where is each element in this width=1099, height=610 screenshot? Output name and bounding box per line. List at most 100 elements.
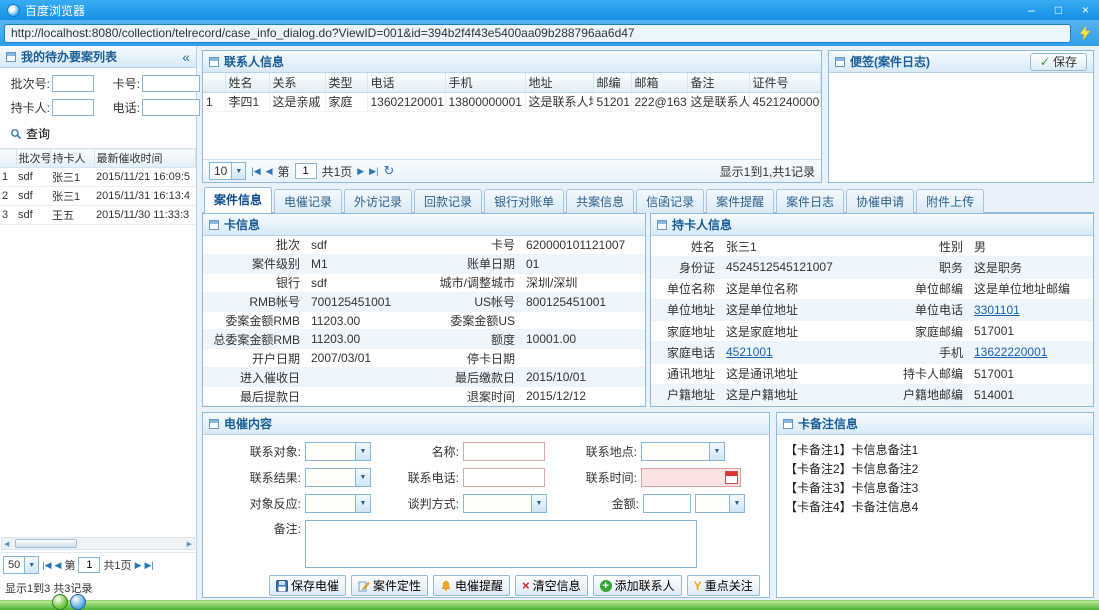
case-qualify-button[interactable]: 案件定性 xyxy=(351,575,428,596)
refresh-icon[interactable]: ↻ xyxy=(383,163,394,179)
name-input[interactable] xyxy=(463,442,545,461)
horizontal-scrollbar[interactable]: ◀ ▶ xyxy=(1,537,195,550)
page-number-input[interactable] xyxy=(295,163,317,179)
reaction-select[interactable]: ▼ xyxy=(305,494,371,513)
tab-case-reminder[interactable]: 案件提醒 xyxy=(706,189,774,213)
col-name[interactable]: 姓名 xyxy=(225,73,269,92)
maximize-button[interactable]: □ xyxy=(1045,0,1072,20)
amount-input[interactable] xyxy=(643,494,691,513)
col-cert-no[interactable]: 证件号 xyxy=(749,73,821,92)
col-address[interactable]: 地址 xyxy=(525,73,593,92)
field-value: 这是家庭地址 xyxy=(723,323,883,340)
col-last-collect-time[interactable]: 最新催收时间 xyxy=(94,149,196,168)
case-row[interactable]: 1 sdf 张三1 2015/11/21 16:09:5 xyxy=(0,168,196,187)
col-relation[interactable]: 关系 xyxy=(269,73,325,92)
scroll-right-icon[interactable]: ▶ xyxy=(185,540,194,548)
last-page-button[interactable]: ▶| xyxy=(369,166,378,177)
panel-icon xyxy=(209,220,219,230)
cell-time: 2015/11/21 16:09:5 xyxy=(94,168,196,187)
col-zip[interactable]: 邮编 xyxy=(593,73,631,92)
next-page-button[interactable]: ▶ xyxy=(135,560,142,571)
contact-time-input[interactable] xyxy=(641,468,741,487)
note-panel: 便签(案件日志) ✓ 保存 xyxy=(828,50,1094,183)
tab-case-log[interactable]: 案件日志 xyxy=(776,189,844,213)
tab-visit-records[interactable]: 外访记录 xyxy=(344,189,412,213)
close-button[interactable]: × xyxy=(1072,0,1099,20)
last-page-button[interactable]: ▶| xyxy=(144,560,153,571)
tab-tel-records[interactable]: 电催记录 xyxy=(274,189,342,213)
page-label: 第 xyxy=(278,163,290,180)
phone-input[interactable] xyxy=(142,99,200,116)
holder-info-header: 持卡人信息 xyxy=(651,214,1093,236)
work-phone-link[interactable]: 3301101 xyxy=(971,303,1093,317)
chevron-down-icon: ▼ xyxy=(729,495,744,512)
clear-info-button[interactable]: × 清空信息 xyxy=(515,575,588,596)
case-row[interactable]: 2 sdf 张三1 2015/11/31 16:13:4 xyxy=(0,187,196,206)
phone-label: 电话: xyxy=(94,99,140,116)
key-focus-button[interactable]: Y 重点关注 xyxy=(687,575,760,596)
scroll-left-icon[interactable]: ◀ xyxy=(2,540,11,548)
field-row: 通讯地址 这是通讯地址 持卡人邮编 517001 xyxy=(651,364,1093,385)
tab-joint-case-info[interactable]: 共案信息 xyxy=(566,189,634,213)
contact-target-select[interactable]: ▼ xyxy=(305,442,371,461)
col-email[interactable]: 邮箱 xyxy=(631,73,687,92)
page-number-input[interactable] xyxy=(78,557,100,573)
col-phone[interactable]: 电话 xyxy=(367,73,445,92)
remark-textarea[interactable] xyxy=(305,520,697,568)
tel-remind-button[interactable]: 电催提醒 xyxy=(433,575,510,596)
negotiation-select[interactable]: ▼ xyxy=(463,494,547,513)
prev-page-button[interactable]: ◀ xyxy=(55,560,62,571)
chevron-down-icon: ▼ xyxy=(531,495,546,512)
batch-no-input[interactable] xyxy=(52,75,94,92)
contact-phone-input[interactable] xyxy=(463,468,545,487)
url-input[interactable] xyxy=(4,24,1071,43)
col-mobile[interactable]: 手机 xyxy=(445,73,525,92)
next-page-button[interactable]: ▶ xyxy=(357,166,364,177)
field-label: 家庭邮编 xyxy=(883,323,971,340)
tab-repayment-records[interactable]: 回款记录 xyxy=(414,189,482,213)
contact-row[interactable]: 1 李四1 这是亲戚 家庭 13602120001 13800000001 这是… xyxy=(203,92,821,111)
col-holder[interactable]: 持卡人 xyxy=(50,149,94,168)
taskbar-app-icon[interactable] xyxy=(70,594,86,610)
save-note-button[interactable]: ✓ 保存 xyxy=(1030,53,1087,71)
field-label: 停卡日期 xyxy=(428,350,523,367)
amount-unit-select[interactable]: ▼ xyxy=(695,494,745,513)
save-tel-button[interactable]: 保存电催 xyxy=(269,575,346,596)
tab-case-info[interactable]: 案件信息 xyxy=(204,187,272,213)
prev-page-button[interactable]: ◀ xyxy=(266,166,273,177)
case-row[interactable]: 3 sdf 王五 2015/11/30 11:33:3 xyxy=(0,206,196,225)
field-row: 银行 sdf 城市/调整城市 深圳/深圳 xyxy=(203,274,645,293)
collapse-sidebar-icon[interactable]: « xyxy=(182,49,190,65)
window-title: 百度浏览器 xyxy=(25,2,85,19)
tab-letter-records[interactable]: 信函记录 xyxy=(636,189,704,213)
minimize-button[interactable]: – xyxy=(1018,0,1045,20)
first-page-button[interactable]: |◀ xyxy=(42,560,51,571)
col-batch-no[interactable]: 批次号 xyxy=(16,149,50,168)
field-row: 姓名 张三1 性别 男 xyxy=(651,236,1093,257)
taskbar-app-icon[interactable] xyxy=(52,594,68,610)
panel-icon xyxy=(783,419,793,429)
chevron-down-icon: ▼ xyxy=(355,495,370,512)
col-type[interactable]: 类型 xyxy=(325,73,367,92)
tab-bank-statement[interactable]: 银行对账单 xyxy=(484,189,564,213)
contact-place-select[interactable]: ▼ xyxy=(641,442,725,461)
page-size-select[interactable]: 50 ▼ xyxy=(3,556,39,574)
note-textarea[interactable] xyxy=(831,75,1091,180)
first-page-button[interactable]: |◀ xyxy=(251,166,260,177)
col-remark[interactable]: 备注 xyxy=(687,73,749,92)
add-contact-button[interactable]: + 添加联系人 xyxy=(593,575,682,596)
holder-input[interactable] xyxy=(52,99,94,116)
query-button[interactable]: 查询 xyxy=(10,125,196,142)
tel-content-panel: 电催内容 联系对象: ▼ 名称: 联系地点: ▼ xyxy=(202,412,770,598)
button-label: 电催提醒 xyxy=(455,577,503,594)
mobile-phone-link[interactable]: 13622220001 xyxy=(971,345,1093,359)
contact-result-select[interactable]: ▼ xyxy=(305,468,371,487)
tab-attachment-upload[interactable]: 附件上传 xyxy=(916,189,984,213)
page-size-select[interactable]: 10 ▼ xyxy=(209,162,246,180)
scrollbar-thumb[interactable] xyxy=(15,539,77,548)
calendar-icon[interactable] xyxy=(725,471,738,484)
lightning-icon[interactable] xyxy=(1075,26,1095,41)
home-phone-link[interactable]: 4521001 xyxy=(723,345,883,359)
card-no-input[interactable] xyxy=(142,75,200,92)
tab-assist-apply[interactable]: 协催申请 xyxy=(846,189,914,213)
